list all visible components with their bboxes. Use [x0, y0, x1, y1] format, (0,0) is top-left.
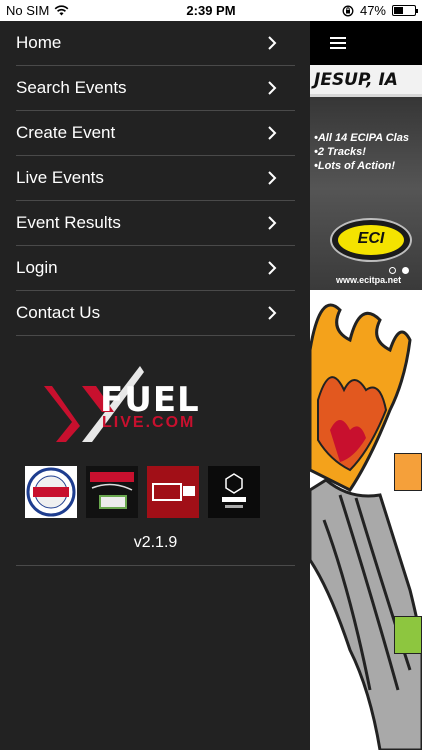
side-card-green[interactable] — [394, 616, 422, 654]
flame-exhaust-artwork — [310, 290, 422, 750]
carousel-dot[interactable] — [389, 267, 396, 274]
battery-icon — [392, 5, 418, 16]
menu-item-live-events[interactable]: Live Events — [16, 156, 295, 201]
menu-item-home[interactable]: Home — [16, 21, 295, 66]
hamburger-menu-icon[interactable] — [330, 37, 346, 49]
pullers-badge-icon — [26, 467, 76, 517]
carousel-dot-active[interactable] — [402, 267, 409, 274]
banner-line: •Lots of Action! — [314, 160, 396, 172]
chevron-right-icon — [268, 261, 277, 275]
mlm-media-emblem-icon — [222, 473, 246, 508]
eci-logo-center: ECI — [338, 225, 404, 255]
menu-item-label: Event Results — [16, 213, 121, 232]
logo-sub-text: LIVE.COM — [102, 414, 196, 431]
drawer-menu: Home Search Events Create Event Live Eve… — [0, 21, 295, 336]
chevron-right-icon — [268, 81, 277, 95]
banner-city: JESUP, IA — [314, 70, 398, 90]
side-card-orange[interactable] — [394, 453, 422, 491]
menu-item-search-events[interactable]: Search Events — [16, 66, 295, 111]
menu-item-login[interactable]: Login — [16, 246, 295, 291]
united-states-pullers-association-logo[interactable] — [25, 466, 77, 518]
banner-line: •All 14 ECIPA Clas — [314, 132, 409, 144]
chevron-right-icon — [268, 216, 277, 230]
xfuel-live-logo: FUEL LIVE.COM — [44, 366, 254, 446]
eci-logo-text: ECI — [357, 230, 385, 247]
status-bar: No SIM 2:39 PM 47% — [0, 0, 422, 21]
carousel-dots — [389, 267, 409, 274]
status-right: 47% — [342, 3, 418, 18]
menu-item-label: Create Event — [16, 123, 116, 142]
beer-money-pulling-team-logo[interactable] — [86, 466, 138, 518]
navigation-drawer: Home Search Events Create Event Live Eve… — [0, 21, 310, 750]
menu-item-label: Login — [16, 258, 58, 277]
ppp-tv-emblem-icon — [147, 466, 199, 518]
eci-logo: ECI — [330, 218, 412, 262]
sponsor-logos — [25, 466, 260, 518]
main-content: JESUP, IA •All 14 ECIPA Clas •2 Tracks! … — [310, 21, 422, 750]
banner-line: •2 Tracks! — [314, 146, 366, 158]
menu-item-label: Contact Us — [16, 303, 101, 322]
menu-item-label: Live Events — [16, 168, 104, 187]
top-nav-bar — [310, 21, 422, 65]
beer-money-emblem-icon — [90, 472, 134, 509]
menu-item-label: Search Events — [16, 78, 127, 97]
chevron-right-icon — [268, 126, 277, 140]
chevron-right-icon — [268, 36, 277, 50]
menu-item-label: Home — [16, 33, 62, 52]
menu-item-create-event[interactable]: Create Event — [16, 111, 295, 156]
battery-level — [394, 7, 404, 14]
menu-item-event-results[interactable]: Event Results — [16, 201, 295, 246]
banner-bullets: •All 14 ECIPA Clas •2 Tracks! •Lots of A… — [314, 131, 409, 173]
rotation-lock-icon — [342, 5, 354, 16]
banner-header: JESUP, IA — [310, 65, 422, 97]
divider — [16, 565, 295, 566]
chevron-right-icon — [268, 306, 277, 320]
chevron-right-icon — [268, 171, 277, 185]
mlm-media-logo[interactable] — [208, 466, 260, 518]
banner-url: www.ecitpa.net — [336, 275, 402, 285]
ppp-tv-logo[interactable] — [147, 466, 199, 518]
battery-percent: 47% — [359, 3, 386, 18]
menu-item-contact-us[interactable]: Contact Us — [16, 291, 295, 336]
event-banner[interactable]: JESUP, IA •All 14 ECIPA Clas •2 Tracks! … — [310, 65, 422, 290]
app-version: v2.1.9 — [133, 534, 178, 551]
